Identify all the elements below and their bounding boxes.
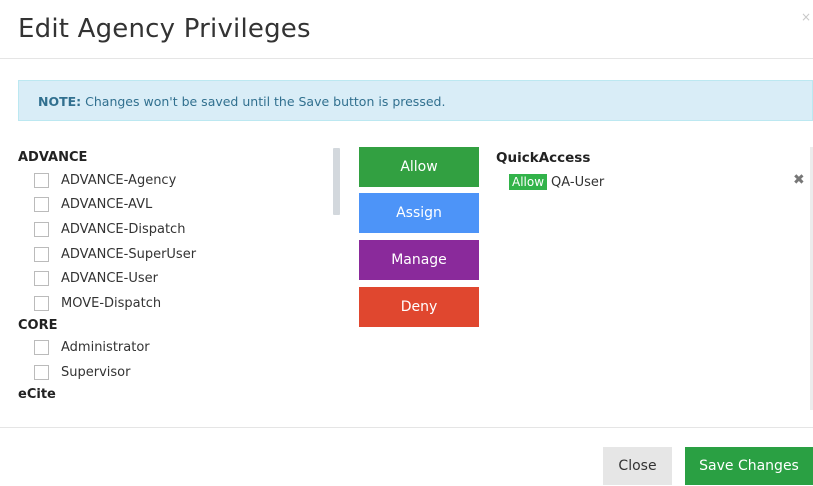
modal-header: Edit Agency Privileges × [0,0,813,59]
remove-icon[interactable]: ✖ [793,172,805,188]
checkbox[interactable] [34,364,49,380]
group-title-core: CORE [18,317,58,333]
privilege-item-supervisor[interactable]: Supervisor [18,360,336,385]
note-alert: NOTE: Changes won't be saved until the S… [18,80,813,121]
group-title-advance: ADVANCE [18,150,88,165]
privilege-label: ADVANCE-Agency [61,172,177,188]
privilege-item-advance-dispatch[interactable]: ADVANCE-Dispatch [18,217,336,242]
checkbox[interactable] [34,246,49,262]
privilege-item-move-dispatch[interactable]: MOVE-Dispatch [18,291,336,316]
privilege-label: ADVANCE-User [61,271,158,287]
note-text: Changes won't be saved until the Save bu… [81,94,446,109]
assigned-entry: Allow QA-User [509,174,604,190]
privilege-label: Administrator [61,340,150,356]
modal-footer: Close Save Changes [0,427,813,486]
group-title-ecite: eCite [18,386,56,402]
privilege-label: ADVANCE-SuperUser [61,246,197,262]
assigned-group-title: QuickAccess [496,150,591,166]
checkbox[interactable] [34,271,49,287]
list-scrollbar[interactable] [333,148,340,215]
manage-button[interactable]: Manage [359,240,479,280]
privilege-label: Supervisor [61,364,131,380]
allow-badge: Allow [509,174,548,190]
checkbox[interactable] [34,221,49,237]
privilege-label: ADVANCE-Dispatch [61,221,186,237]
deny-button[interactable]: Deny [359,287,479,327]
checkbox[interactable] [34,340,49,356]
privilege-list: ADVANCE ADVANCE-Agency ADVANCE-AVL ADVAN… [18,148,336,410]
close-icon[interactable]: × [801,10,811,24]
privilege-item-advance-user[interactable]: ADVANCE-User [18,266,336,291]
checkbox[interactable] [34,295,49,311]
assign-button[interactable]: Assign [359,193,479,233]
privilege-item-administrator[interactable]: Administrator [18,336,336,361]
privilege-item-advance-avl[interactable]: ADVANCE-AVL [18,193,336,218]
close-button[interactable]: Close [603,447,672,485]
privilege-item-advance-superuser[interactable]: ADVANCE-SuperUser [18,242,336,267]
dialog-title: Edit Agency Privileges [18,14,311,44]
checkbox[interactable] [34,172,49,188]
privilege-label: MOVE-Dispatch [61,295,162,311]
checkbox[interactable] [34,197,49,213]
assigned-entry-label: QA-User [551,174,605,190]
allow-button[interactable]: Allow [359,147,479,187]
note-label: NOTE: [38,94,82,109]
privilege-label: ADVANCE-AVL [61,197,153,213]
save-changes-button[interactable]: Save Changes [685,447,813,485]
privilege-item-advance-agency[interactable]: ADVANCE-Agency [18,168,336,193]
